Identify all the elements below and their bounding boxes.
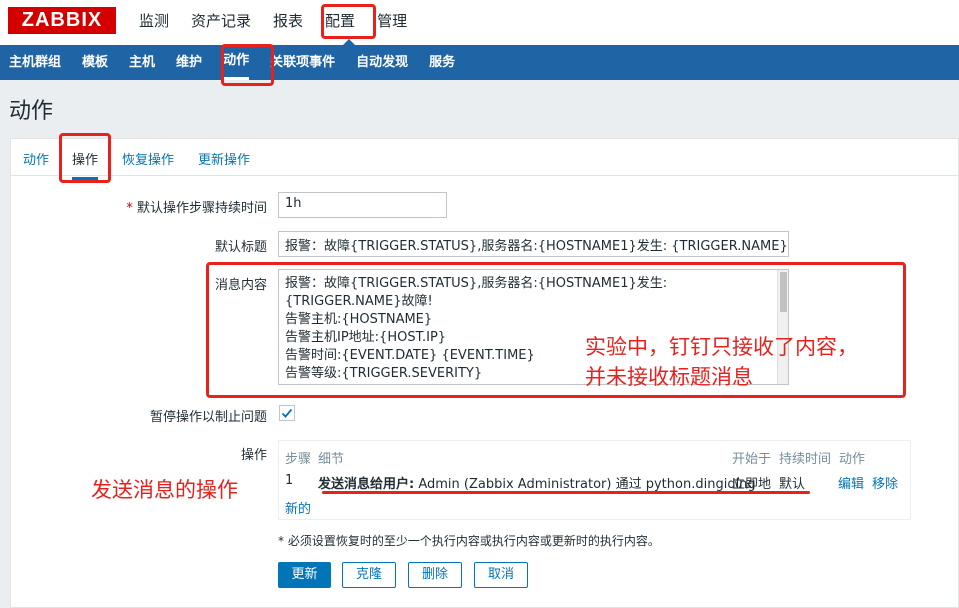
tab-action[interactable]: 动作 xyxy=(23,149,49,168)
operations-table: 步骤 细节 开始于 持续时间 动作 1 发送消息给用户: Admin (Zabb… xyxy=(278,440,911,520)
subnav-maintenance[interactable]: 维护 xyxy=(176,45,202,80)
ops-row-details: 发送消息给用户: Admin (Zabbix Administrator) 通过… xyxy=(318,477,756,492)
annotation-message-line2: 并未接收标题消息 xyxy=(585,365,753,389)
highlight-operations-tab xyxy=(59,133,111,183)
top-header: ZABBIX 监测 资产记录 报表 配置 管理 xyxy=(0,0,959,45)
subject-label: 默认标题 xyxy=(214,240,267,255)
ops-remove-link[interactable]: 移除 xyxy=(872,473,898,492)
cancel-button[interactable]: 取消 xyxy=(474,562,528,588)
topmenu-monitoring[interactable]: 监测 xyxy=(139,11,169,33)
update-button[interactable]: 更新 xyxy=(278,562,331,588)
topmenu-inventory[interactable]: 资产记录 xyxy=(191,11,251,33)
subnav-discovery[interactable]: 自动发现 xyxy=(356,45,408,80)
ops-underline xyxy=(322,491,810,494)
form-tabs: 动作 操作 恢复操作 更新操作 xyxy=(11,139,958,180)
pause-checkbox[interactable] xyxy=(279,405,295,421)
ops-header-action: 动作 xyxy=(839,452,866,467)
ops-header-start: 开始于 xyxy=(732,452,772,467)
subnav-services[interactable]: 服务 xyxy=(429,45,455,80)
ops-header-duration: 持续时间 xyxy=(779,452,832,467)
topmenu-administration[interactable]: 管理 xyxy=(377,11,407,33)
operations-label: 操作 xyxy=(240,448,267,463)
clone-button[interactable]: 克隆 xyxy=(342,562,396,588)
subnav-hosts[interactable]: 主机 xyxy=(129,45,155,80)
required-note: * 必须设置恢复时的至少一个执行内容或执行内容或更新时的执行内容。 xyxy=(278,534,660,548)
ops-row-step: 1 xyxy=(285,473,294,488)
zabbix-logo[interactable]: ZABBIX xyxy=(8,7,116,34)
check-icon xyxy=(281,408,293,418)
subnav-event-correlation[interactable]: 关联项事件 xyxy=(270,45,335,80)
highlight-message xyxy=(206,262,906,398)
ops-row-start: 立即地 xyxy=(732,477,772,492)
ops-row-duration: 默认 xyxy=(779,477,806,492)
ops-edit-link[interactable]: 编辑 xyxy=(838,473,864,492)
ops-header-details: 细节 xyxy=(318,452,345,467)
duration-label: * 默认操作步骤持续时间 xyxy=(126,201,267,216)
subnav-templates[interactable]: 模板 xyxy=(82,45,108,80)
sub-nav: 主机群组 模板 主机 维护 动作 关联项事件 自动发现 服务 xyxy=(0,45,959,80)
topmenu-reports[interactable]: 报表 xyxy=(273,11,303,33)
subject-input[interactable]: 报警：故障{TRIGGER.STATUS},服务器名:{HOSTNAME1}发生… xyxy=(278,231,789,257)
delete-button[interactable]: 删除 xyxy=(408,562,462,588)
subnav-host-groups[interactable]: 主机群组 xyxy=(9,45,61,80)
pause-label: 暂停操作以制止问题 xyxy=(149,410,267,425)
highlight-actions xyxy=(221,44,274,86)
annotation-ops: 发送消息的操作 xyxy=(91,478,238,502)
tab-update-operations[interactable]: 更新操作 xyxy=(198,149,250,168)
ops-header-step: 步骤 xyxy=(285,452,312,467)
highlight-configuration xyxy=(321,4,376,39)
top-menu: 监测 资产记录 报表 配置 管理 xyxy=(139,11,429,33)
ops-new-link[interactable]: 新的 xyxy=(285,498,311,517)
duration-input[interactable]: 1h xyxy=(278,192,447,218)
tab-recovery-operations[interactable]: 恢复操作 xyxy=(122,149,174,168)
page-title: 动作 xyxy=(9,99,54,124)
annotation-message-line1: 实验中，钉钉只接收了内容， xyxy=(585,335,858,359)
